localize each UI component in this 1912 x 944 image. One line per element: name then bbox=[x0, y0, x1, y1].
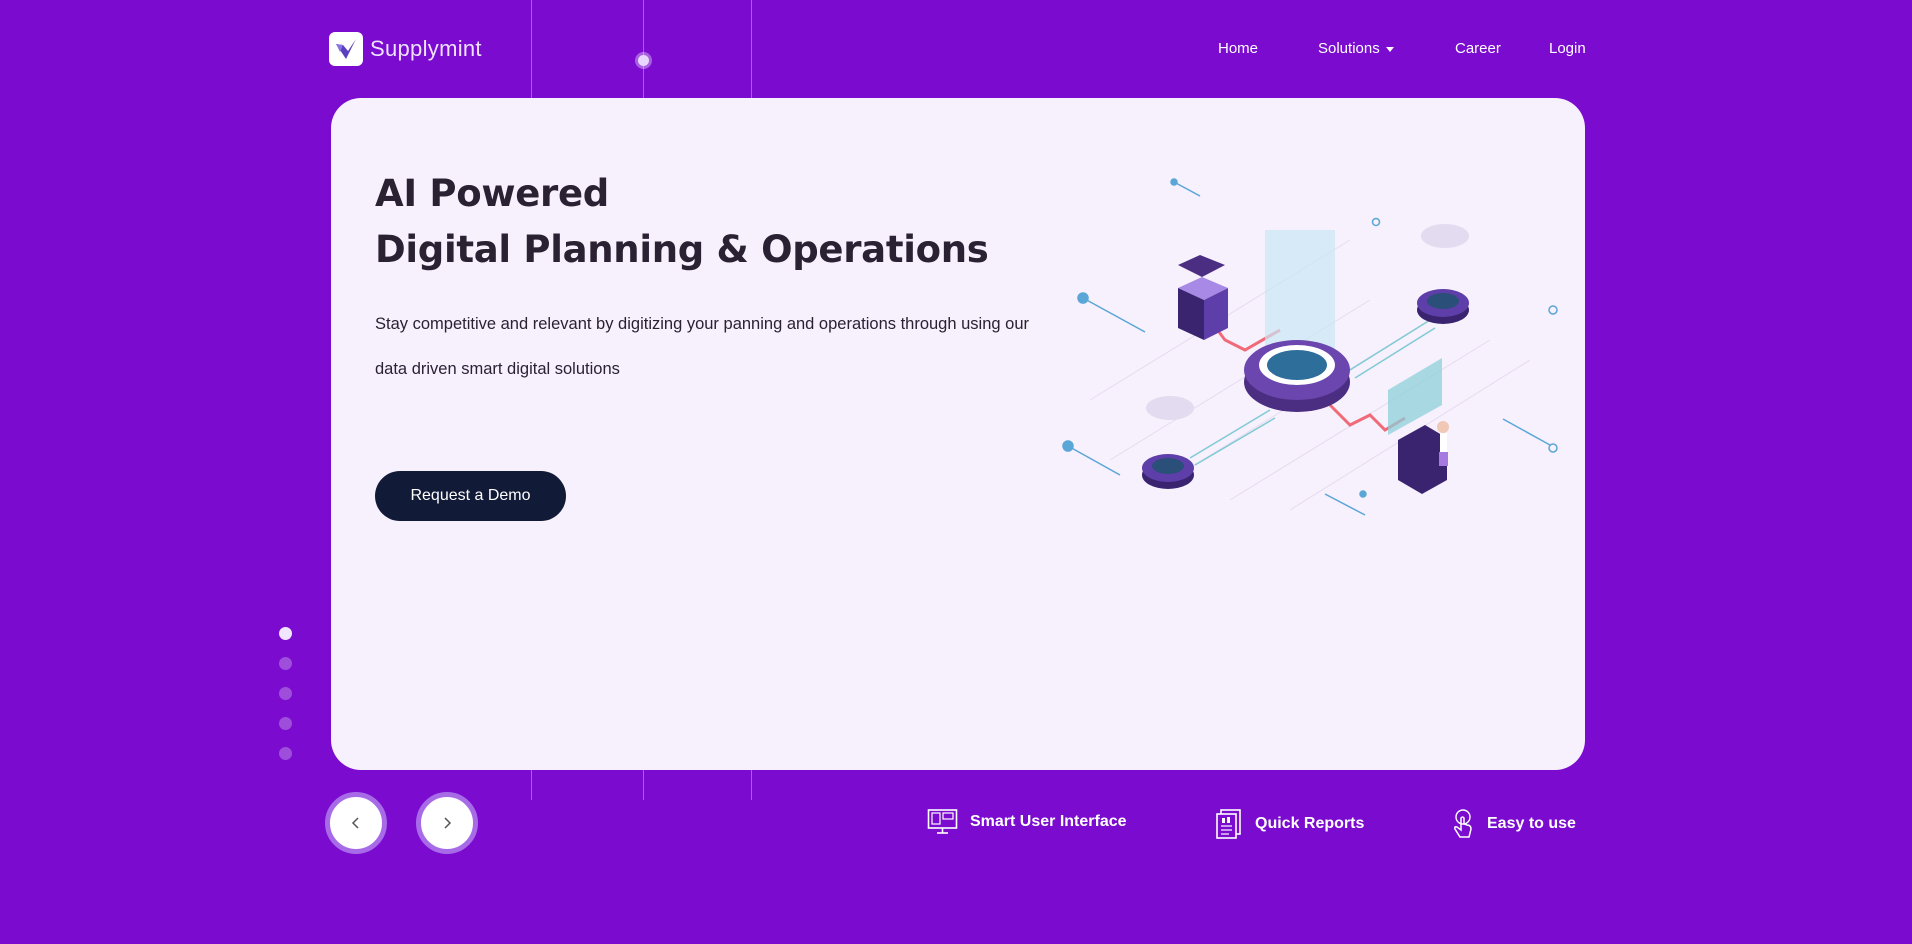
decor-line bbox=[643, 770, 644, 800]
carousel-next-button[interactable] bbox=[416, 792, 478, 854]
carousel-dot[interactable] bbox=[279, 717, 292, 730]
feature-label: Quick Reports bbox=[1255, 815, 1365, 832]
brand-name: Supplymint bbox=[370, 36, 482, 61]
decor-line bbox=[531, 770, 532, 800]
caret-down-icon bbox=[1385, 46, 1394, 52]
carousel-dot[interactable] bbox=[279, 687, 292, 700]
feature-label: Smart User Interface bbox=[970, 813, 1127, 830]
feature-smart-ui: Smart User Interface bbox=[927, 808, 1127, 836]
feature-easy-to-use: Easy to use bbox=[1447, 808, 1576, 840]
site-header: Supplymint Home Solutions Career Login bbox=[0, 0, 1912, 98]
hero-illustration bbox=[1050, 160, 1570, 525]
carousel-prev-button[interactable] bbox=[325, 792, 387, 854]
monitor-icon bbox=[927, 809, 958, 834]
hand-touch-icon bbox=[1454, 809, 1472, 838]
feature-quick-reports: Quick Reports bbox=[1215, 808, 1364, 840]
hero-title: AI Powered Digital Planning & Operations bbox=[375, 166, 989, 278]
nav-solutions-label: Solutions bbox=[1318, 40, 1380, 57]
feature-label: Easy to use bbox=[1487, 815, 1576, 832]
nav-home[interactable]: Home bbox=[1218, 40, 1258, 57]
hero-title-line2: Digital Planning & Operations bbox=[375, 228, 989, 271]
nav-login[interactable]: Login bbox=[1549, 40, 1586, 57]
carousel-dot[interactable] bbox=[279, 747, 292, 760]
nav-solutions[interactable]: Solutions bbox=[1318, 40, 1394, 57]
chevron-right-icon bbox=[444, 817, 452, 829]
logo-icon bbox=[329, 32, 363, 66]
hero-title-line1: AI Powered bbox=[375, 172, 609, 215]
decor-line bbox=[751, 770, 752, 800]
carousel-dot[interactable] bbox=[279, 657, 292, 670]
carousel-dots bbox=[279, 627, 292, 777]
request-demo-button[interactable]: Request a Demo bbox=[375, 471, 566, 521]
hero-description: Stay competitive and relevant by digitiz… bbox=[375, 315, 1029, 378]
nav-career[interactable]: Career bbox=[1455, 40, 1501, 57]
chevron-left-icon bbox=[351, 817, 359, 829]
carousel-dot[interactable] bbox=[279, 627, 292, 640]
report-icon bbox=[1216, 809, 1241, 839]
brand-logo[interactable]: Supplymint bbox=[329, 32, 482, 66]
